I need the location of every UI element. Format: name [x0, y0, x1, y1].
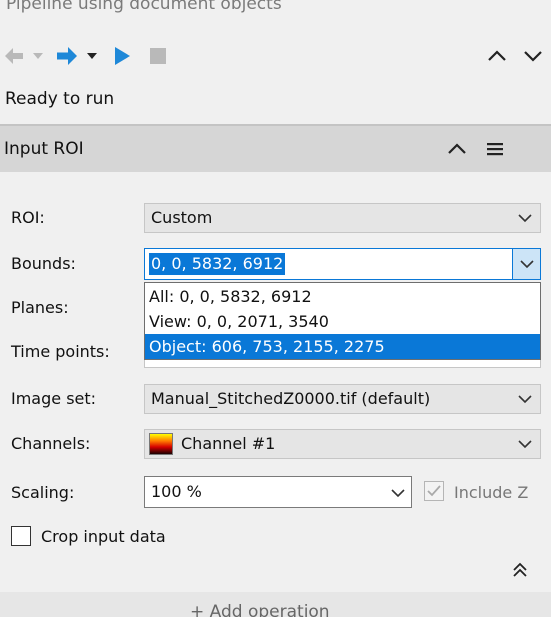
back-menu-button[interactable] [32, 49, 44, 63]
scaling-value: 100 % [151, 482, 202, 501]
chevron-down-icon [391, 489, 405, 498]
input-roi-header[interactable]: Input ROI [0, 124, 551, 172]
chevron-down-icon [520, 260, 534, 269]
status-text: Ready to run [5, 89, 115, 109]
arrow-left-icon [5, 48, 23, 64]
stop-button[interactable] [146, 44, 170, 68]
play-icon [115, 47, 130, 65]
section-title: Input ROI [4, 139, 84, 159]
chevron-up-icon [448, 143, 466, 154]
section-menu-button[interactable] [484, 139, 506, 159]
section-collapse-button[interactable] [444, 139, 470, 159]
add-operation-button[interactable]: + Add operation [190, 602, 330, 617]
caret-down-icon [87, 53, 97, 59]
crop-input-label: Crop input data [41, 527, 166, 546]
chevron-down-icon [518, 440, 532, 449]
channels-select-value: Channel #1 [181, 434, 276, 453]
toolbar [0, 28, 551, 86]
chevron-down-icon [524, 51, 542, 62]
include-z-label: Include Z [454, 483, 529, 502]
status-bar: Ready to run [0, 86, 551, 124]
crop-input-checkbox[interactable] [11, 526, 31, 546]
hamburger-menu-icon [487, 143, 503, 156]
planes-label: Planes: [11, 298, 69, 317]
caret-down-icon [33, 53, 43, 59]
add-operation-bar: + Add operation [0, 592, 551, 617]
bounds-option-object[interactable]: Object: 606, 753, 2155, 2275 [145, 334, 540, 359]
collapse-section-button[interactable] [508, 558, 532, 582]
roi-select-value: Custom [151, 208, 213, 227]
scaling-dropdown-button[interactable] [385, 477, 411, 507]
stop-icon [150, 48, 166, 64]
window-title-bar: Pipeline using document objects [0, 0, 551, 28]
back-button[interactable] [2, 44, 26, 68]
time-points-label: Time points: [11, 342, 110, 361]
chevron-down-icon [518, 395, 532, 404]
bounds-combo[interactable]: 0, 0, 5832, 6912 [144, 248, 541, 280]
bounds-dropdown-list: All: 0, 0, 5832, 6912 View: 0, 0, 2071, … [144, 282, 541, 360]
forward-button[interactable] [54, 44, 80, 68]
checkmark-icon [427, 485, 441, 497]
bounds-label: Bounds: [11, 254, 76, 273]
bounds-dropdown-button[interactable] [512, 249, 540, 279]
include-z-checkbox[interactable] [424, 481, 444, 501]
forward-menu-button[interactable] [86, 49, 98, 63]
run-button[interactable] [110, 44, 134, 68]
roi-label: ROI: [11, 208, 45, 227]
scaling-label: Scaling: [11, 483, 75, 502]
scaling-combo[interactable]: 100 % [144, 476, 412, 508]
bounds-input-value[interactable]: 0, 0, 5832, 6912 [149, 253, 286, 275]
expand-button[interactable] [520, 45, 546, 67]
channel-color-swatch [149, 433, 173, 455]
channels-select[interactable]: Channel #1 [144, 429, 541, 459]
window-title: Pipeline using document objects [6, 0, 282, 14]
arrow-right-icon [57, 47, 77, 65]
collapse-button[interactable] [484, 45, 510, 67]
image-set-label: Image set: [11, 389, 97, 408]
channels-label: Channels: [11, 434, 91, 453]
bounds-option-view[interactable]: View: 0, 0, 2071, 3540 [145, 309, 540, 334]
chevron-down-icon [518, 214, 532, 223]
bounds-option-all[interactable]: All: 0, 0, 5832, 6912 [145, 284, 540, 309]
roi-select[interactable]: Custom [144, 203, 541, 233]
image-set-select[interactable]: Manual_StitchedZ0000.tif (default) [144, 384, 541, 414]
double-chevron-up-icon [513, 562, 527, 577]
image-set-select-value: Manual_StitchedZ0000.tif (default) [151, 389, 431, 408]
chevron-up-icon [488, 50, 506, 61]
